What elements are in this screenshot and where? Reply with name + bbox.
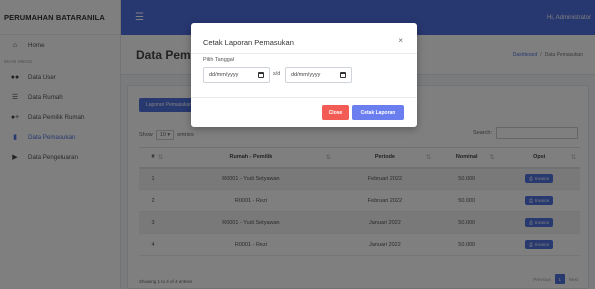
date-range-separator: s/d (273, 71, 281, 77)
modal-footer-divider (191, 97, 417, 98)
calendar-icon[interactable] (258, 72, 264, 78)
cetak-laporan-button[interactable]: Cetak Laporan (352, 105, 404, 120)
cetak-laporan-modal: Cetak Laporan Pemasukan × Pilih Tanggal … (191, 23, 417, 127)
date-label: Pilih Tanggal (203, 57, 235, 63)
modal-title: Cetak Laporan Pemasukan (203, 38, 294, 47)
date-from-input[interactable]: dd/mm/yyyy (203, 67, 270, 83)
close-icon[interactable]: × (398, 36, 403, 45)
close-button[interactable]: Close (322, 105, 349, 120)
date-to-input[interactable]: dd/mm/yyyy (285, 67, 352, 83)
modal-divider (191, 53, 417, 54)
calendar-icon[interactable] (340, 72, 346, 78)
